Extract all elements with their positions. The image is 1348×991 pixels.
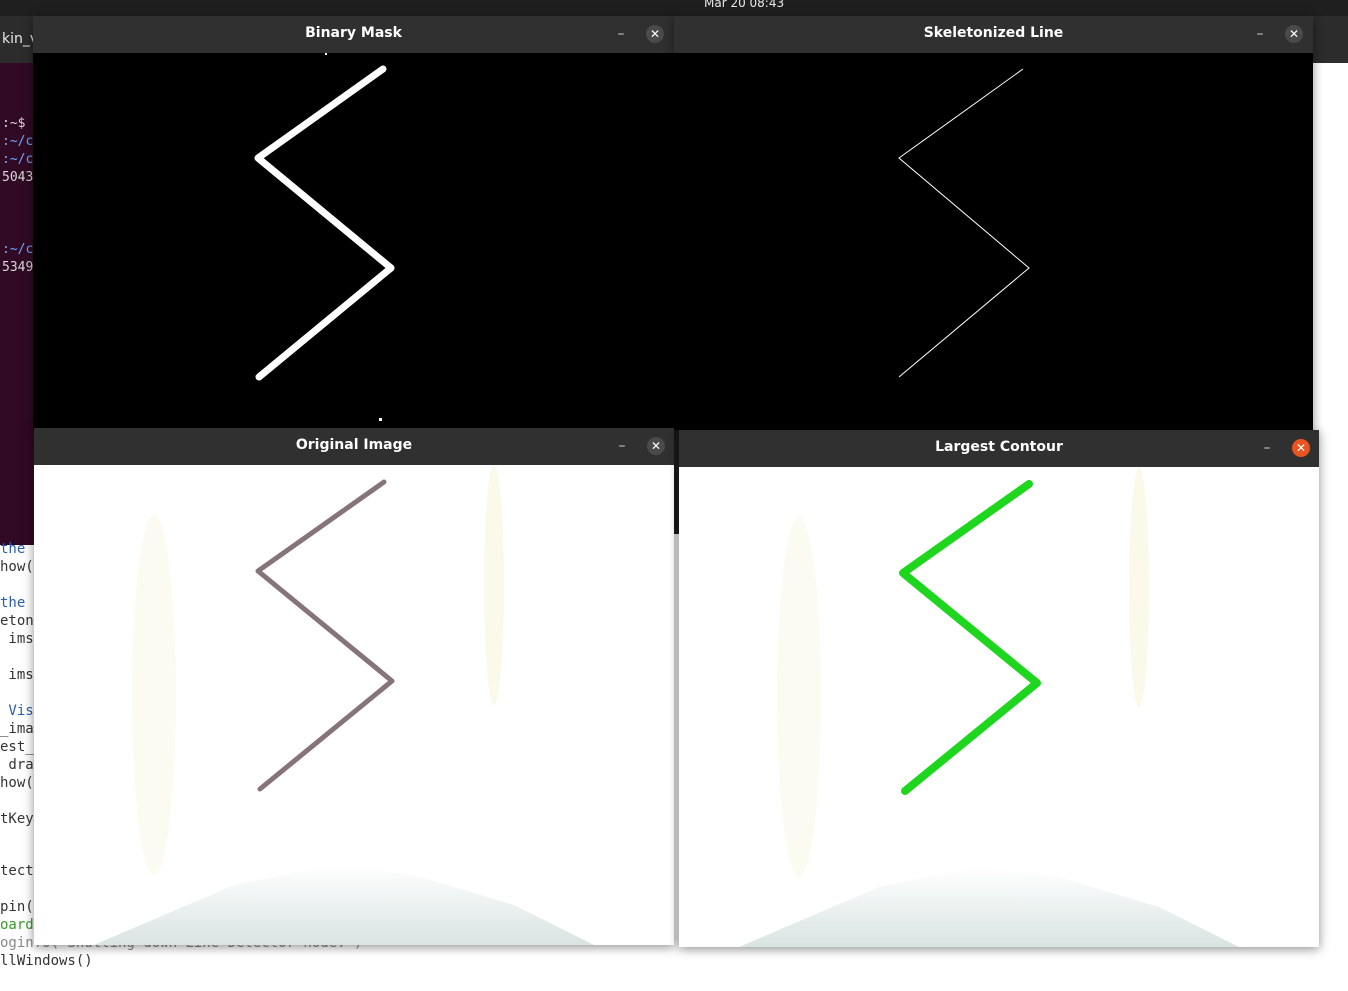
- code-line: llWindows(): [0, 953, 93, 969]
- terminal-line: :~/c: [2, 242, 34, 257]
- light-glare: [1129, 467, 1149, 707]
- clock[interactable]: Mar 20 08:43: [704, 0, 784, 10]
- image-background: [674, 53, 1313, 430]
- minimize-icon[interactable]: –: [1257, 438, 1277, 458]
- largest-contour-window[interactable]: Largest Contour – ✕: [679, 430, 1319, 947]
- close-icon[interactable]: ✕: [647, 437, 665, 455]
- terminal-line: :~/c: [2, 134, 34, 149]
- noise-dot: [379, 418, 382, 421]
- original-image: [34, 465, 674, 945]
- light-glare: [132, 515, 176, 875]
- light-glare: [777, 517, 821, 877]
- terminal-line: :~/c: [2, 152, 34, 167]
- light-glare: [484, 465, 504, 705]
- skeletonized-line-window[interactable]: Skeletonized Line – ✕: [674, 16, 1313, 430]
- minimize-icon[interactable]: –: [1250, 24, 1270, 44]
- binary-mask-window[interactable]: Binary Mask – ✕: [33, 16, 674, 430]
- terminal-line: :~$: [2, 116, 26, 131]
- largest-contour-image: [679, 467, 1319, 947]
- title-bar[interactable]: Original Image – ✕: [34, 428, 674, 465]
- window-title: Original Image: [295, 437, 413, 453]
- terminal-line: 5349: [2, 260, 34, 275]
- close-icon[interactable]: ✕: [1285, 25, 1303, 43]
- skeletonized-line-image: [674, 53, 1313, 430]
- binary-mask-image: [33, 53, 674, 430]
- close-icon[interactable]: ✕: [1292, 439, 1310, 457]
- terminal-line: 5043: [2, 170, 34, 185]
- title-bar[interactable]: Skeletonized Line – ✕: [674, 16, 1313, 53]
- minimize-icon[interactable]: –: [612, 436, 632, 456]
- background-tab[interactable]: kin_v: [0, 16, 38, 63]
- close-icon[interactable]: ✕: [646, 25, 664, 43]
- minimize-icon[interactable]: –: [611, 24, 631, 44]
- original-image-window[interactable]: Original Image – ✕: [34, 428, 674, 945]
- code-line: eton: [0, 613, 34, 629]
- title-bar[interactable]: Largest Contour – ✕: [679, 430, 1319, 467]
- background-terminal[interactable]: :~$ :~/c :~/c 5043 :~/c 5349: [0, 63, 34, 545]
- window-title: Binary Mask: [305, 25, 402, 41]
- top-bar: Mar 20 08:43: [0, 0, 1348, 16]
- window-title: Skeletonized Line: [923, 25, 1064, 41]
- background-window-edge: [1313, 16, 1348, 63]
- noise-dot: [325, 53, 327, 55]
- window-title: Largest Contour: [935, 439, 1063, 455]
- title-bar[interactable]: Binary Mask – ✕: [33, 16, 674, 53]
